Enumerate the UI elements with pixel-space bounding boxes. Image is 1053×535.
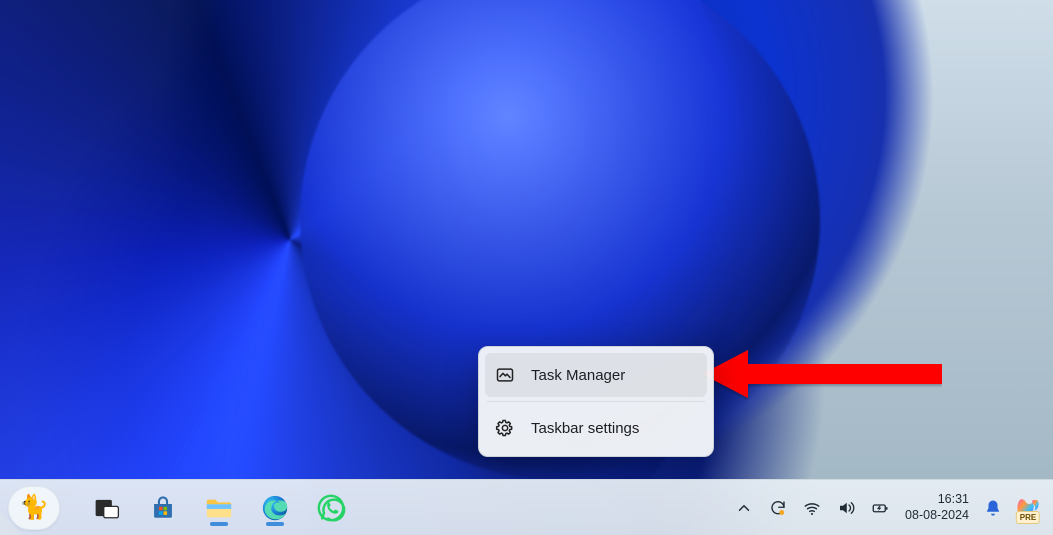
menu-item-label: Taskbar settings	[531, 420, 639, 437]
onedrive-sync-icon[interactable]	[763, 486, 793, 530]
system-tray: 16:31 08-08-2024 PR	[729, 486, 1045, 530]
task-manager-icon	[495, 365, 515, 385]
copilot-button[interactable]: PRE	[1011, 486, 1045, 530]
edge-button[interactable]	[252, 486, 298, 530]
wifi-icon[interactable]	[797, 486, 827, 530]
settings-icon	[495, 418, 515, 438]
task-view-button[interactable]	[84, 486, 130, 530]
copilot-pre-badge: PRE	[1016, 511, 1040, 524]
battery-icon[interactable]	[865, 486, 895, 530]
show-hidden-icons[interactable]	[729, 486, 759, 530]
widgets-button[interactable]: 🐈	[8, 486, 60, 530]
menu-separator	[487, 401, 705, 402]
menu-item-label: Task Manager	[531, 367, 625, 384]
taskbar[interactable]: 🐈	[0, 479, 1053, 535]
whatsapp-button[interactable]	[308, 486, 354, 530]
file-explorer-button[interactable]	[196, 486, 242, 530]
volume-icon[interactable]	[831, 486, 861, 530]
taskbar-left-group: 🐈	[0, 486, 354, 530]
menu-item-task-manager[interactable]: Task Manager	[485, 353, 707, 397]
menu-item-taskbar-settings[interactable]: Taskbar settings	[485, 406, 707, 450]
notifications-button[interactable]	[979, 486, 1007, 530]
date-label: 08-08-2024	[905, 508, 969, 524]
taskbar-context-menu: Task Manager Taskbar settings	[478, 346, 714, 457]
cat-icon: 🐈	[19, 493, 49, 523]
clock-button[interactable]: 16:31 08-08-2024	[899, 486, 975, 530]
time-label: 16:31	[938, 492, 969, 508]
microsoft-store-button[interactable]	[140, 486, 186, 530]
